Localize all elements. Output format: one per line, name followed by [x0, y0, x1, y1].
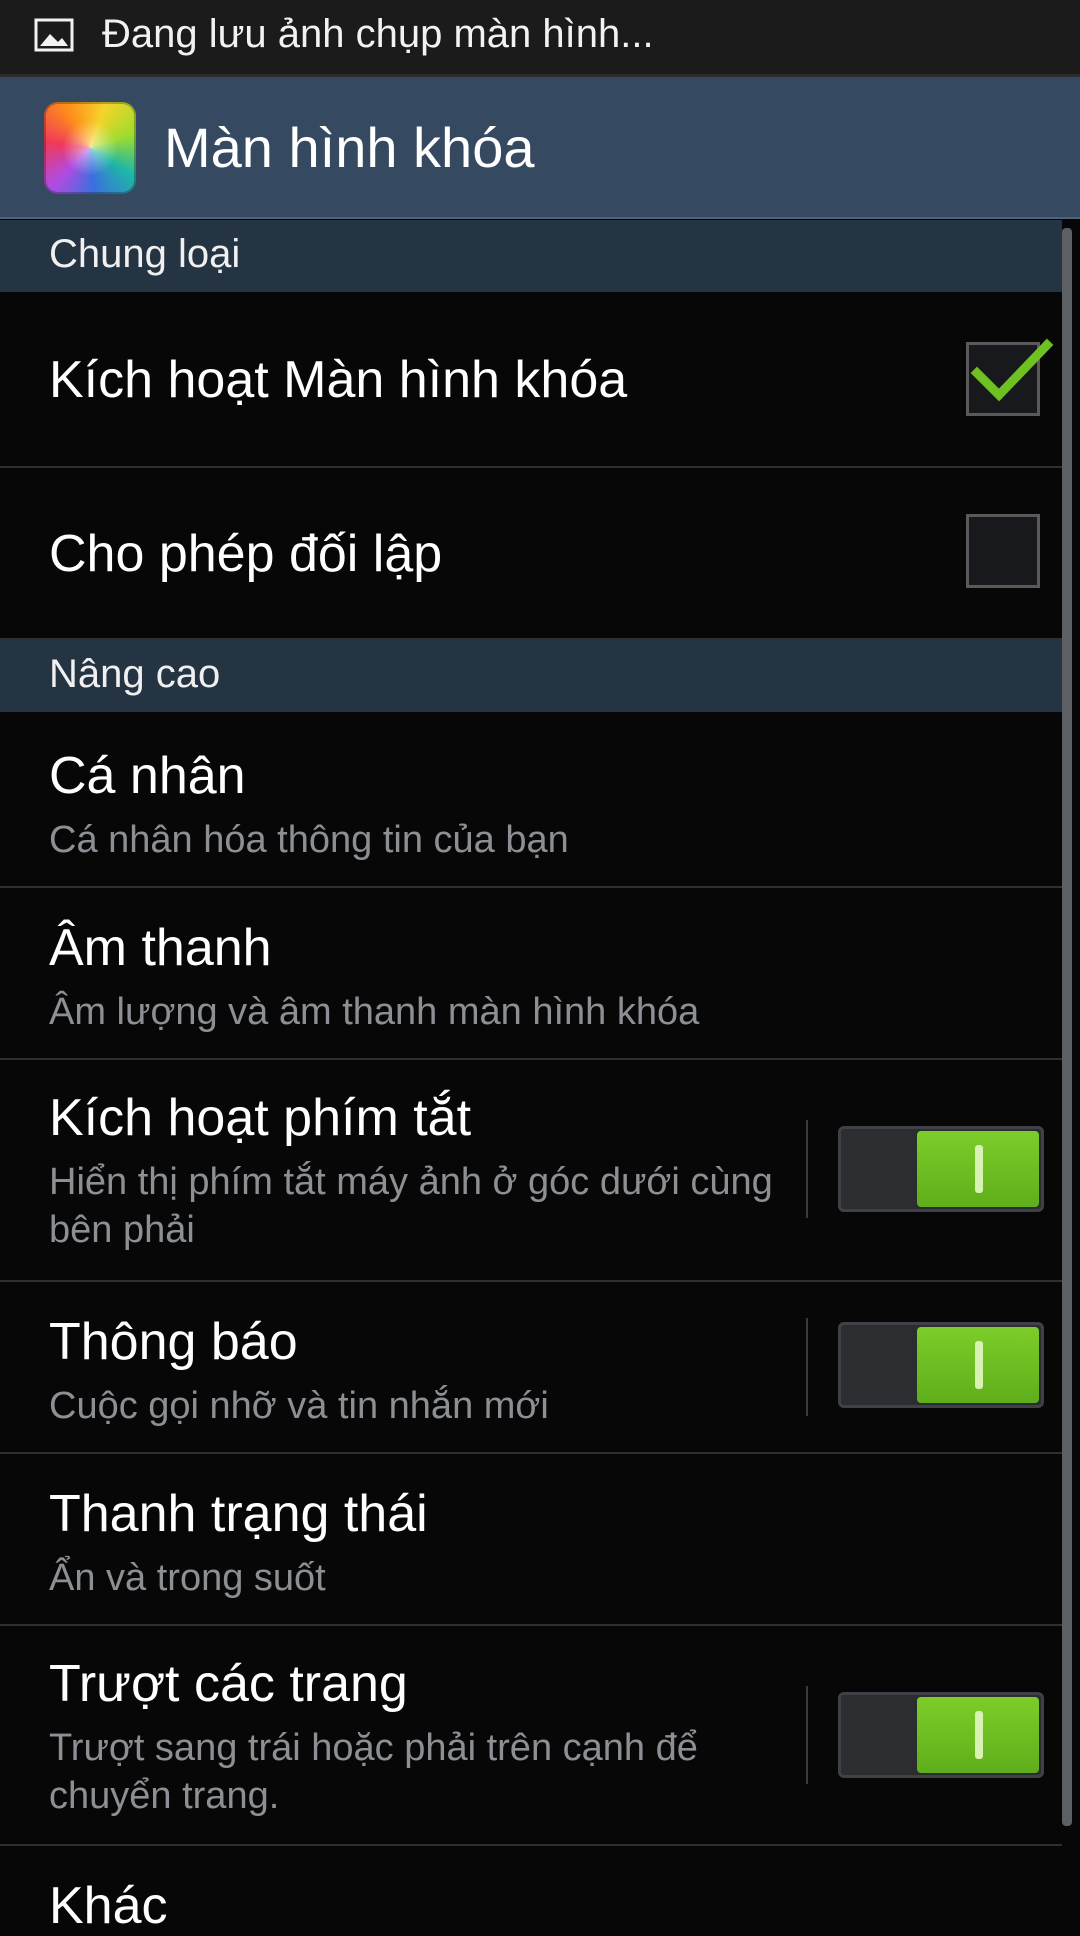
item-subtitle: Hiển thị phím tắt máy ảnh ở góc dưới cùn…	[49, 1161, 773, 1251]
status-bar: Đang lưu ảnh chụp màn hình...	[0, 0, 1080, 77]
item-title: Trượt các trang	[49, 1655, 408, 1713]
enable-lock-checkbox[interactable]	[966, 338, 1054, 416]
action-bar: Màn hình khóa	[0, 77, 1080, 219]
item-subtitle: Trượt sang trái hoặc phải trên cạnh để c…	[49, 1727, 698, 1817]
list-item-shortcut[interactable]: Kích hoạt phím tắt Hiển thị phím tắt máy…	[0, 1060, 1062, 1282]
item-subtitle: Cuộc gọi nhỡ và tin nhắn mới	[49, 1385, 549, 1427]
lock-screen-app-icon[interactable]	[44, 102, 136, 194]
list-item-sound[interactable]: Âm thanh Âm lượng và âm thanh màn hình k…	[0, 888, 1062, 1060]
notifications-toggle[interactable]	[838, 1322, 1044, 1408]
image-icon	[34, 18, 74, 52]
list-item-enable-lock[interactable]: Kích hoạt Màn hình khóa	[0, 292, 1062, 468]
scrollbar[interactable]	[1062, 228, 1072, 1826]
toggle-thumb	[917, 1131, 1039, 1207]
item-title: Kích hoạt Màn hình khóa	[49, 351, 628, 409]
page-title: Màn hình khóa	[164, 116, 535, 179]
item-subtitle: Âm lượng và âm thanh màn hình khóa	[49, 991, 700, 1033]
section-label: Chung loại	[49, 232, 241, 276]
list-item-personal[interactable]: Cá nhân Cá nhân hóa thông tin của bạn	[0, 712, 1062, 888]
list-item-notifications[interactable]: Thông báo Cuộc gọi nhỡ và tin nhắn mới	[0, 1282, 1062, 1454]
vertical-divider	[806, 1686, 808, 1784]
shortcut-toggle[interactable]	[838, 1126, 1044, 1212]
item-title: Cho phép đối lập	[49, 525, 443, 583]
item-title: Thanh trạng thái	[49, 1485, 428, 1543]
item-title: Cá nhân	[49, 747, 246, 805]
toggle-thumb	[917, 1327, 1039, 1403]
swipe-pages-toggle[interactable]	[838, 1692, 1044, 1778]
section-header-general: Chung loại	[0, 220, 1062, 292]
list-item-allow-opposite[interactable]: Cho phép đối lập	[0, 468, 1062, 640]
list-item-status-bar[interactable]: Thanh trạng thái Ẩn và trong suốt	[0, 1454, 1062, 1626]
status-text: Đang lưu ảnh chụp màn hình...	[102, 12, 654, 56]
list-item-swipe-pages[interactable]: Trượt các trang Trượt sang trái hoặc phả…	[0, 1626, 1062, 1846]
item-title: Âm thanh	[49, 919, 272, 977]
check-icon	[970, 338, 1054, 402]
toggle-thumb	[917, 1697, 1039, 1773]
item-title: Thông báo	[49, 1313, 298, 1371]
list-item-other[interactable]: Khác	[0, 1846, 1062, 1935]
allow-opposite-checkbox[interactable]	[966, 514, 1040, 588]
section-label: Nâng cao	[49, 652, 221, 696]
item-subtitle: Cá nhân hóa thông tin của bạn	[49, 819, 569, 861]
vertical-divider	[806, 1318, 808, 1416]
section-header-advanced: Nâng cao	[0, 640, 1062, 712]
item-title: Khác	[49, 1877, 168, 1935]
vertical-divider	[806, 1120, 808, 1218]
item-subtitle: Ẩn và trong suốt	[49, 1557, 326, 1599]
item-title: Kích hoạt phím tắt	[49, 1089, 472, 1147]
